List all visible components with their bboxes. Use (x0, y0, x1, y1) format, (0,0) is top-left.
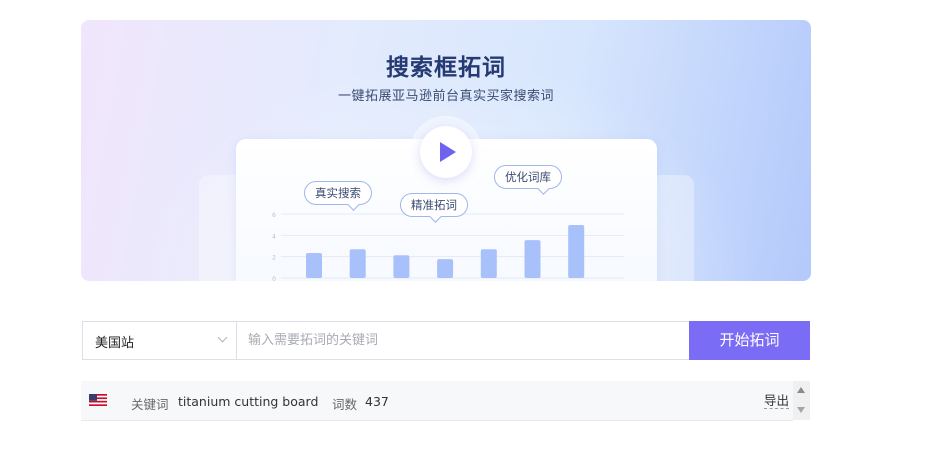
chart-y-tick-label: 4 (272, 233, 276, 240)
play-icon (440, 142, 456, 162)
chart-y-tick-label: 0 (272, 276, 276, 281)
start-expand-button[interactable]: 开始拓词 (689, 321, 810, 360)
chart-bar (480, 249, 497, 278)
result-row: 关键词 titanium cutting board 词数 437 导出 (81, 381, 793, 421)
scrollbar[interactable] (793, 381, 810, 420)
chart-y-tick-label: 2 (272, 255, 276, 262)
chart-bar (437, 259, 454, 278)
tag-bubble-precise-expand: 精准拓词 (400, 193, 468, 217)
hero-banner: 搜索框拓词 一键拓展亚马逊前台真实买家搜索词 0 2 4 6 1:00 2:00 3:00 4… (81, 20, 811, 281)
chevron-down-icon (217, 332, 228, 343)
tag-bubble-real-search: 真实搜索 (304, 181, 372, 205)
count-label: 词数 (332, 397, 358, 412)
us-flag-icon (89, 394, 107, 406)
keyword-input[interactable] (236, 321, 702, 360)
chart-bar (349, 249, 366, 278)
banner-subtitle: 一键拓展亚马逊前台真实买家搜索词 (337, 89, 554, 104)
site-select[interactable]: 美国站 (82, 321, 236, 360)
keyword-value: titanium cutting board (178, 394, 319, 409)
scroll-down-arrow-icon[interactable] (797, 407, 805, 413)
export-link[interactable]: 导出 (764, 394, 790, 409)
chart-bar (568, 225, 585, 278)
chart-bar (393, 255, 410, 278)
keyword-label: 关键词 (131, 397, 169, 412)
banner-title: 搜索框拓词 (386, 55, 506, 81)
count-value: 437 (365, 394, 389, 409)
search-bar: 美国站 开始拓词 (82, 321, 810, 360)
scroll-up-arrow-icon[interactable] (797, 387, 805, 393)
chart-y-tick-label: 6 (272, 212, 276, 219)
site-select-value: 美国站 (95, 336, 135, 351)
play-video-button[interactable] (420, 126, 472, 178)
tag-bubble-optimize-library: 优化词库 (494, 165, 562, 189)
chart-bar (524, 240, 541, 278)
chart-bar (306, 253, 322, 278)
